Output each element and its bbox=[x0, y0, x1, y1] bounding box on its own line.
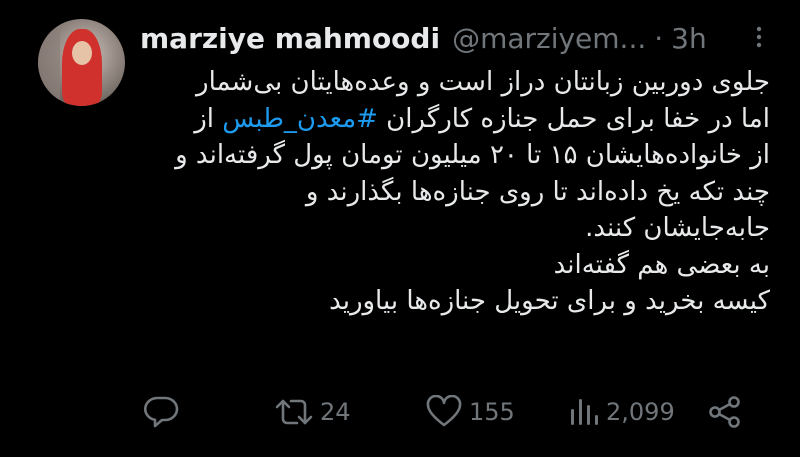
like-count: 155 bbox=[469, 398, 515, 426]
retweet-button[interactable]: 24 bbox=[274, 392, 351, 432]
tweet-actions: 24 155 2,099 bbox=[140, 392, 760, 432]
retweet-count: 24 bbox=[320, 398, 351, 426]
separator-dot: · bbox=[654, 21, 664, 55]
tweet-line-4: چند تکه یخ داده‌اند تا روی جنازه‌ها بگذا… bbox=[305, 176, 770, 207]
avatar[interactable] bbox=[38, 19, 125, 106]
reply-button[interactable] bbox=[142, 392, 186, 432]
tweet-line-6: به بعضی هم گفته‌اند bbox=[553, 249, 770, 280]
tweet-text: جلوی دوربین زبانتان دراز است و وعده‌هایت… bbox=[140, 64, 770, 320]
tweet-line-2-end: از bbox=[194, 103, 223, 134]
tweet-line-2-start: اما در خفا برای حمل جنازه کارگران bbox=[377, 103, 770, 134]
avatar-background bbox=[38, 19, 60, 106]
share-button[interactable] bbox=[707, 392, 743, 432]
avatar-face bbox=[72, 41, 92, 65]
hashtag-link[interactable]: #معدن_طبس bbox=[222, 104, 378, 134]
tweet-line-2: اما در خفا برای حمل جنازه کارگران #معدن_… bbox=[140, 101, 770, 138]
reply-icon bbox=[142, 395, 180, 429]
author-handle[interactable]: @marziyem... bbox=[452, 22, 646, 55]
analytics-icon bbox=[568, 395, 600, 429]
tweet-line-3: از خانواده‌هایشان ۱۵ تا ۲۰ میلیون تومان … bbox=[175, 140, 770, 170]
tweet-line-1: جلوی دوربین زبانتان دراز است و وعده‌هایت… bbox=[196, 67, 770, 97]
like-button[interactable]: 155 bbox=[425, 392, 515, 432]
tweet-header: marziye mahmoodi @marziyem... · 3h bbox=[140, 19, 774, 57]
views-button[interactable]: 2,099 bbox=[568, 392, 675, 432]
retweet-icon bbox=[274, 395, 314, 429]
tweet-time[interactable]: 3h bbox=[671, 22, 707, 55]
heart-icon bbox=[425, 395, 463, 429]
more-icon[interactable] bbox=[748, 26, 770, 48]
share-icon bbox=[707, 395, 743, 429]
tweet-line-7: کیسه بخرید و برای تحویل جنازه‌ها بیاورید bbox=[329, 286, 770, 316]
tweet-line-5: جابه‌جایشان کنند. bbox=[585, 213, 770, 243]
view-count: 2,099 bbox=[606, 398, 675, 426]
author-name[interactable]: marziye mahmoodi bbox=[140, 22, 440, 55]
